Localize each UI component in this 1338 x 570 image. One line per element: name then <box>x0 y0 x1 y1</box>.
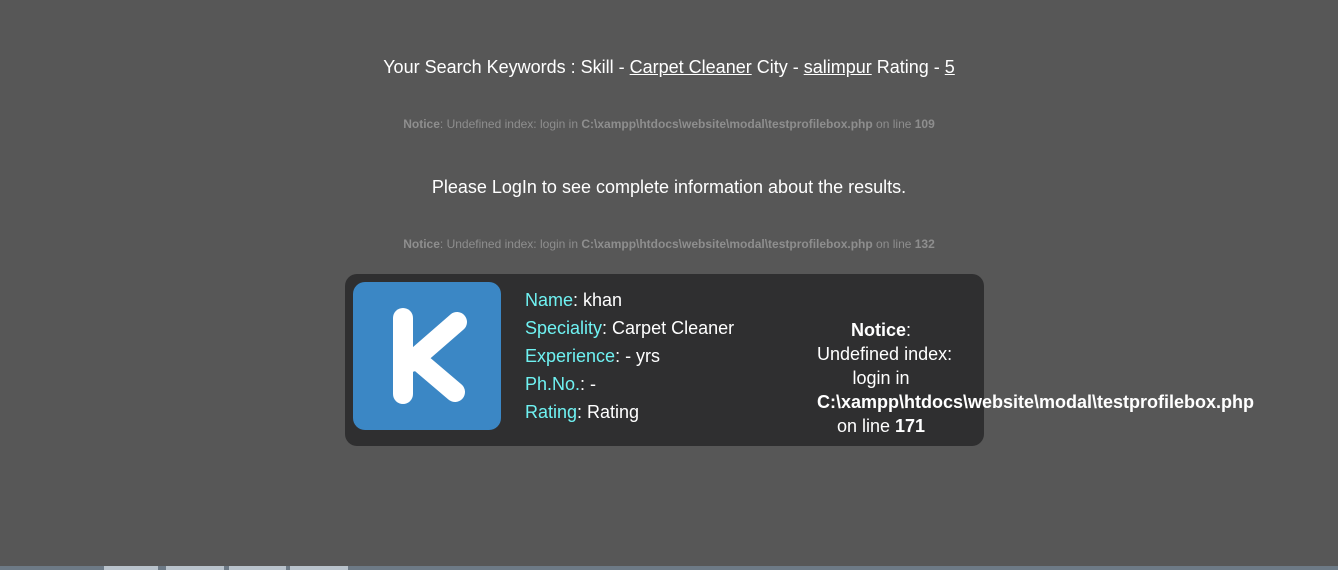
notice-path: C:\xampp\htdocs\website\modal\testprofil… <box>581 117 873 131</box>
skill-link[interactable]: Carpet Cleaner <box>630 57 752 77</box>
card-notice-line1: Undefined index: <box>817 344 953 364</box>
experience-label: Experience <box>525 346 616 366</box>
phone-label: Ph.No. <box>525 374 581 394</box>
notice-online: on line <box>872 117 915 131</box>
card-notice-title: Notice: <box>817 318 945 342</box>
notice-path: C:\xampp\htdocs\website\modal\testprofil… <box>581 237 873 251</box>
speciality-value: : Carpet Cleaner <box>602 318 735 338</box>
card-php-notice: Notice: Undefined index: login in C:\xam… <box>817 318 1255 438</box>
name-row: Name: khan <box>525 286 734 314</box>
avatar <box>353 282 501 430</box>
city-label: City - <box>751 57 804 77</box>
taskbar-button[interactable] <box>290 566 348 570</box>
rating-link[interactable]: 5 <box>945 57 955 77</box>
speciality-label: Speciality <box>525 318 603 338</box>
rating-label: Rating - <box>871 57 945 77</box>
experience-row: Experience: - yrs <box>525 342 734 370</box>
notice-label: Notice <box>403 117 440 131</box>
card-notice-label: Notice <box>850 320 906 340</box>
php-notice-132: Notice: Undefined index: login in C:\xam… <box>0 237 1338 251</box>
search-prefix: Your Search Keywords : Skill - <box>383 57 630 77</box>
card-notice-line: 171 <box>895 416 926 436</box>
phone-row: Ph.No.: - <box>525 370 734 398</box>
letter-k-icon <box>393 308 467 404</box>
name-label: Name <box>525 290 574 310</box>
card-notice-line2: login in <box>852 368 910 388</box>
card-notice-path: C:\xampp\htdocs\website\modal\testprofil… <box>817 392 1255 412</box>
profile-card[interactable]: Name: khan Speciality: Carpet Cleaner Ex… <box>345 274 1255 446</box>
phone-value: : - <box>580 374 597 394</box>
profile-info: Name: khan Speciality: Carpet Cleaner Ex… <box>525 286 734 426</box>
notice-text: : Undefined index: login in <box>439 237 582 251</box>
php-notice-109: Notice: Undefined index: login in C:\xam… <box>0 117 1338 131</box>
city-link[interactable]: salimpur <box>804 57 872 77</box>
login-message: Please LogIn to see complete information… <box>431 177 907 197</box>
card-notice-colon: : <box>906 320 912 340</box>
notice-online: on line <box>872 237 915 251</box>
card-notice-online: on line <box>836 416 895 436</box>
name-value: : khan <box>573 290 623 310</box>
taskbar-button[interactable] <box>166 566 224 570</box>
notice-line: 132 <box>914 237 935 251</box>
speciality-row: Speciality: Carpet Cleaner <box>525 314 734 342</box>
rating-label: Rating <box>525 402 578 422</box>
notice-text: : Undefined index: login in <box>439 117 582 131</box>
experience-value: : - yrs <box>615 346 661 366</box>
taskbar-button[interactable] <box>229 566 286 570</box>
taskbar-button[interactable] <box>104 566 158 570</box>
search-keywords: Your Search Keywords : Skill - Carpet Cl… <box>0 57 1338 78</box>
notice-line: 109 <box>914 117 935 131</box>
rating-row: Rating: Rating <box>525 398 734 426</box>
notice-label: Notice <box>403 237 440 251</box>
card-notice-lineinfo: on line 171 <box>817 414 945 438</box>
rating-value: : Rating <box>577 402 640 422</box>
